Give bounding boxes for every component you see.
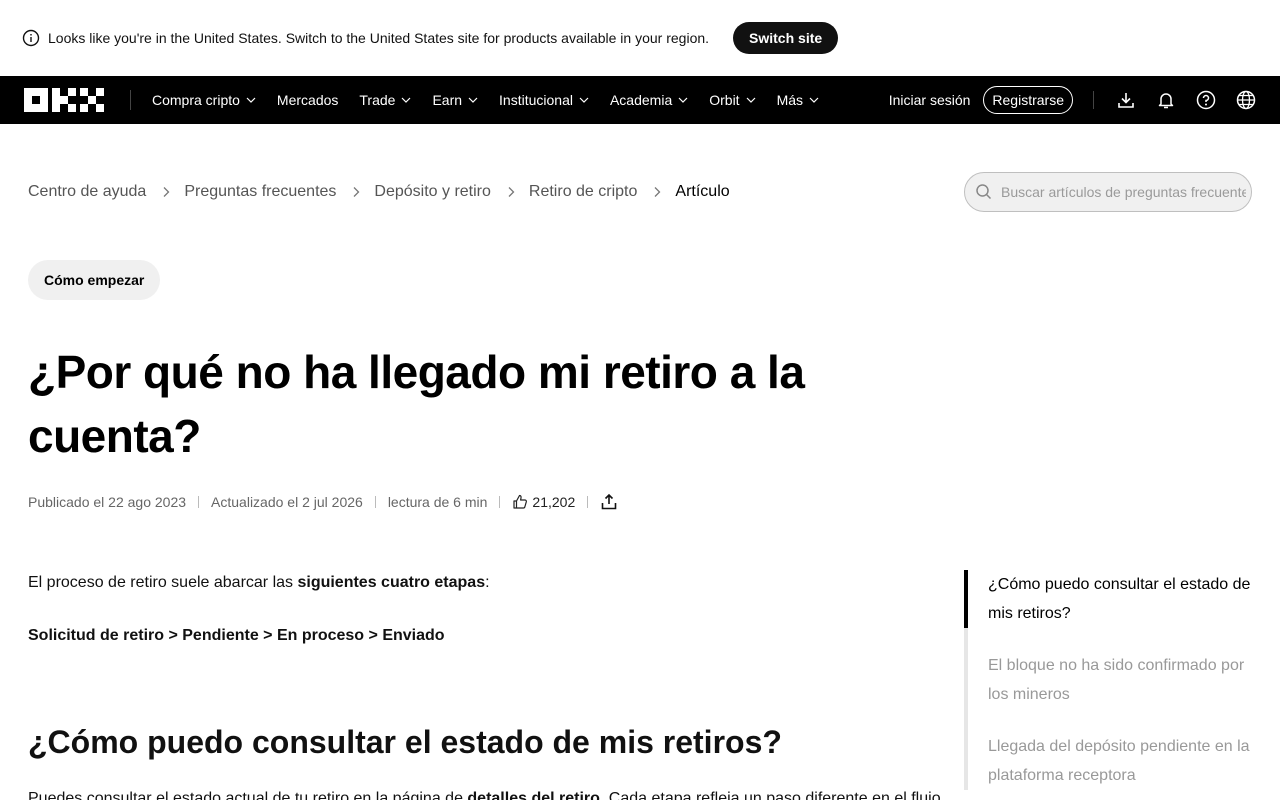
breadcrumb-centro-de-ayuda[interactable]: Centro de ayuda bbox=[28, 183, 146, 201]
meta-divider bbox=[198, 496, 200, 508]
region-message: Looks like you're in the United States. … bbox=[48, 30, 710, 46]
updated-date: Actualizado el 2 jul 2026 bbox=[211, 494, 363, 510]
intro-bold-text: siguientes cuatro etapas bbox=[297, 574, 486, 591]
meta-divider bbox=[499, 496, 501, 508]
section-paragraph: Puedes consultar el estado actual de tu … bbox=[28, 788, 940, 800]
section-heading: ¿Cómo puedo consultar el estado de mis r… bbox=[28, 724, 782, 760]
toc-item[interactable]: ¿Cómo puedo consultar el estado de mis r… bbox=[964, 570, 1254, 628]
nav-item-orbit[interactable]: Orbit bbox=[709, 92, 756, 108]
category-tag[interactable]: Cómo empezar bbox=[28, 260, 161, 300]
chevron-down-icon bbox=[246, 95, 256, 105]
nav-item-label: Institucional bbox=[499, 92, 573, 108]
intro-text: El proceso de retiro suele abarcar las bbox=[28, 574, 298, 591]
nav-item-mercados[interactable]: Mercados bbox=[277, 92, 338, 108]
chevron-down-icon bbox=[678, 95, 688, 105]
globe-icon[interactable] bbox=[1236, 90, 1256, 110]
section-suffix: . Cada etapa refleja un paso diferente e… bbox=[599, 790, 940, 800]
nav-item-trade[interactable]: Trade bbox=[359, 92, 411, 108]
article-body: El proceso de retiro suele abarcar las s… bbox=[28, 572, 940, 800]
article-title: ¿Por qué no ha llegado mi retiro a la cu… bbox=[28, 346, 805, 462]
breadcrumb-current: Artículo bbox=[675, 183, 730, 200]
published-date: Publicado el 22 ago 2023 bbox=[28, 494, 187, 510]
nav-item-label: Compra cripto bbox=[152, 92, 240, 108]
nav-item-label: Academia bbox=[609, 92, 673, 108]
chevron-right-icon bbox=[160, 186, 172, 198]
nav-item-institucional[interactable]: Institucional bbox=[499, 92, 589, 108]
chevron-down-icon bbox=[579, 95, 589, 105]
register-button[interactable]: Registrarse bbox=[983, 86, 1073, 114]
nav-item-mas[interactable]: Más bbox=[777, 92, 819, 108]
share-icon[interactable] bbox=[600, 493, 618, 511]
search-input[interactable] bbox=[1001, 184, 1246, 200]
nav-item-compra-cripto[interactable]: Compra cripto bbox=[152, 92, 256, 108]
search-icon bbox=[975, 183, 993, 201]
nav-menu: Compra cripto Mercados Trade Earn Instit… bbox=[141, 92, 829, 108]
nav-item-label: Trade bbox=[359, 92, 396, 108]
toc-item[interactable]: El bloque no ha sido confirmado por los … bbox=[964, 628, 1254, 709]
meta-divider bbox=[587, 496, 589, 508]
withdrawal-details-link[interactable]: detalles del retiro bbox=[467, 790, 600, 800]
breadcrumb-deposito-y-retiro[interactable]: Depósito y retiro bbox=[374, 183, 491, 201]
read-time: lectura de 6 min bbox=[387, 494, 488, 510]
meta-divider bbox=[374, 496, 376, 508]
chevron-down-icon bbox=[809, 95, 819, 105]
nav-item-academia[interactable]: Academia bbox=[610, 92, 688, 108]
chevron-down-icon bbox=[401, 95, 411, 105]
intro-suffix: : bbox=[485, 574, 490, 591]
chevron-down-icon bbox=[468, 95, 478, 105]
nav-item-label: Mercados bbox=[276, 92, 339, 108]
bell-icon[interactable] bbox=[1156, 90, 1176, 110]
nav-item-earn[interactable]: Earn bbox=[432, 92, 478, 108]
thumbs-up-icon bbox=[512, 494, 528, 510]
nav-item-label: Earn bbox=[432, 92, 463, 108]
toc-item[interactable]: Llegada del depósito pendiente en la pla… bbox=[964, 709, 1254, 790]
chevron-right-icon bbox=[505, 186, 517, 198]
okx-logo[interactable] bbox=[24, 88, 104, 112]
article-meta: Publicado el 22 ago 2023 Actualizado el … bbox=[28, 492, 618, 512]
chevron-right-icon bbox=[651, 186, 663, 198]
help-icon[interactable] bbox=[1196, 90, 1216, 110]
like-count: 21,202 bbox=[532, 494, 576, 510]
section-text: Puedes consultar el estado actual de tu … bbox=[28, 790, 468, 800]
table-of-contents: ¿Cómo puedo consultar el estado de mis r… bbox=[964, 570, 1264, 790]
nav-right-actions: Iniciar sesión Registrarse bbox=[889, 76, 1280, 124]
breadcrumb-preguntas-frecuentes[interactable]: Preguntas frecuentes bbox=[184, 183, 336, 201]
download-icon[interactable] bbox=[1116, 90, 1136, 110]
breadcrumb-retiro-de-cripto[interactable]: Retiro de cripto bbox=[529, 183, 638, 201]
top-navbar: Compra cripto Mercados Trade Earn Instit… bbox=[0, 76, 1280, 124]
breadcrumb: Centro de ayuda Preguntas frecuentes Dep… bbox=[28, 180, 730, 204]
faq-search bbox=[964, 172, 1252, 212]
like-button[interactable]: 21,202 bbox=[512, 494, 575, 510]
switch-site-button[interactable]: Switch site bbox=[733, 22, 839, 54]
withdrawal-stages: Solicitud de retiro > Pendiente > En pro… bbox=[28, 627, 445, 644]
nav-divider bbox=[1093, 91, 1094, 109]
chevron-down-icon bbox=[746, 95, 756, 105]
nav-divider bbox=[130, 90, 131, 110]
info-icon bbox=[22, 29, 40, 47]
intro-paragraph: El proceso de retiro suele abarcar las s… bbox=[28, 572, 940, 594]
chevron-right-icon bbox=[350, 186, 362, 198]
region-banner: Looks like you're in the United States. … bbox=[0, 0, 1280, 76]
login-link[interactable]: Iniciar sesión bbox=[889, 92, 971, 108]
nav-item-label: Más bbox=[776, 92, 804, 108]
nav-item-label: Orbit bbox=[709, 92, 740, 108]
